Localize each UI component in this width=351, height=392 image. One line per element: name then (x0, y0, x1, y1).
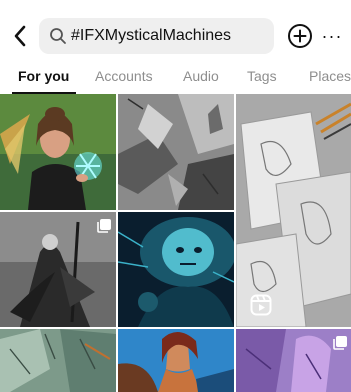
ellipsis-icon[interactable]: ··· (320, 24, 344, 48)
results-grid (0, 94, 351, 392)
carousel-icon (332, 335, 348, 351)
carousel-icon (96, 218, 112, 234)
tab-places[interactable]: Places (309, 68, 351, 84)
chevron-left-icon[interactable] (8, 22, 32, 50)
post-teal-face[interactable] (118, 212, 234, 327)
post-gray-sketch[interactable] (118, 94, 234, 210)
post-teal-sketch[interactable] (0, 329, 116, 392)
search-icon (49, 27, 67, 45)
search-query: #IFXMysticalMachines (71, 27, 232, 44)
tab-tags[interactable]: Tags (247, 68, 277, 84)
tab-for-you[interactable]: For you (18, 68, 69, 84)
tab-accounts[interactable]: Accounts (95, 68, 153, 84)
post-wizard-staff[interactable] (0, 212, 116, 327)
post-sorceress-portrait[interactable] (0, 94, 116, 210)
reel-icon (250, 294, 272, 316)
post-purple-figure[interactable] (236, 329, 351, 392)
search-input[interactable]: #IFXMysticalMachines (39, 18, 274, 54)
search-header: #IFXMysticalMachines ··· (0, 14, 351, 58)
more-label: ··· (321, 25, 343, 46)
post-sketch-papers-reel[interactable] (236, 94, 351, 327)
post-warrior-woman[interactable] (118, 329, 234, 392)
tab-audio[interactable]: Audio (183, 68, 219, 84)
plus-circle-icon[interactable] (287, 23, 313, 49)
results-tabs: For you Accounts Audio Tags Places (0, 60, 351, 94)
